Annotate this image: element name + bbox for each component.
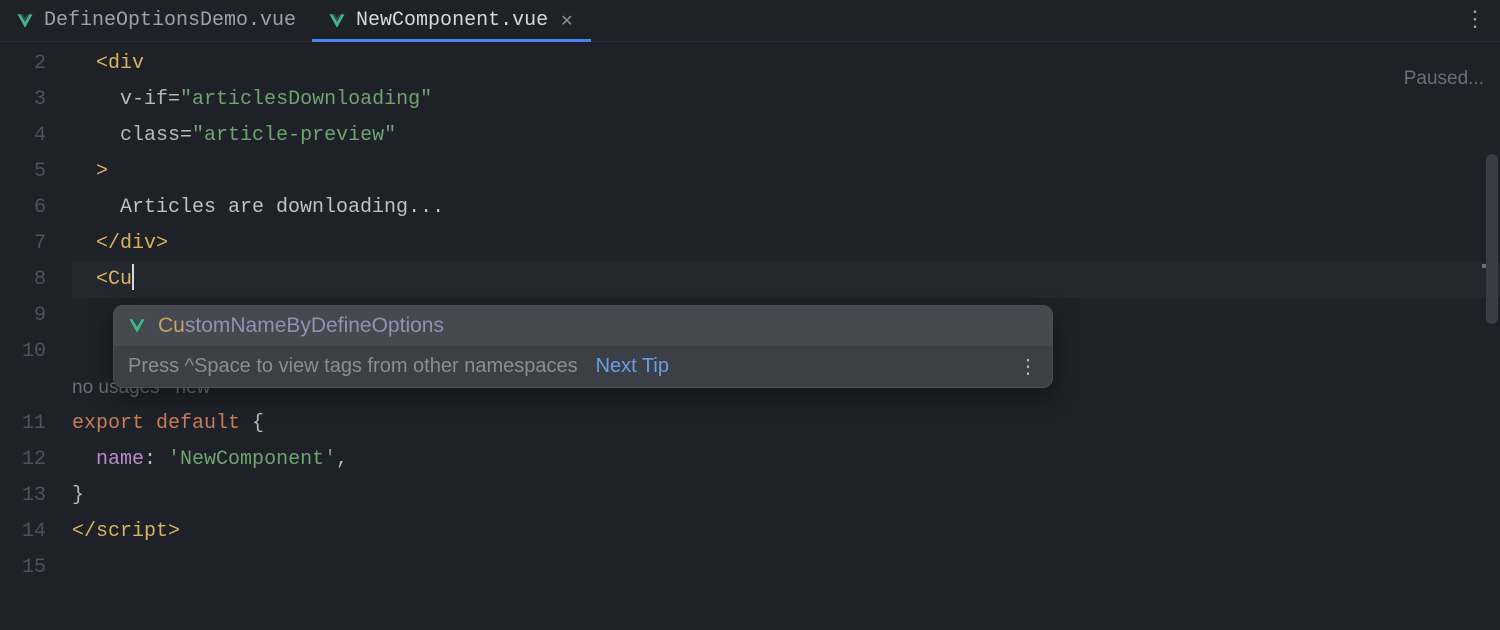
vue-icon <box>16 12 34 30</box>
autocomplete-popup: CustomNameByDefineOptions Press ^Space t… <box>113 305 1053 388</box>
autocomplete-item[interactable]: CustomNameByDefineOptions <box>114 306 1052 346</box>
code-line: <div <box>72 46 1500 82</box>
code-line <box>72 550 1500 586</box>
code-line: } <box>72 478 1500 514</box>
code-line: </script> <box>72 514 1500 550</box>
code-line: </div> <box>72 226 1500 262</box>
tab-label: DefineOptionsDemo.vue <box>44 9 296 32</box>
tab-label: NewComponent.vue <box>356 9 548 32</box>
code-line: class="article-preview" <box>72 118 1500 154</box>
vue-icon <box>328 12 346 30</box>
autocomplete-footer: Press ^Space to view tags from other nam… <box>114 346 1052 387</box>
autocomplete-menu-icon[interactable]: ⋮ <box>1018 354 1038 379</box>
code-line: name: 'NewComponent', <box>72 442 1500 478</box>
next-tip-link[interactable]: Next Tip <box>596 355 669 378</box>
text-cursor <box>132 264 134 290</box>
line-gutter: 2 3 4 5 6 7 8 9 10 11 12 13 14 15 <box>0 42 72 600</box>
autocomplete-hint: Press ^Space to view tags from other nam… <box>128 355 578 378</box>
code-line: export default { <box>72 406 1500 442</box>
scrollbar-thumb[interactable] <box>1486 154 1498 324</box>
code-line: Articles are downloading... <box>72 190 1500 226</box>
close-icon[interactable]: ✕ <box>558 9 575 33</box>
tab-new-component[interactable]: NewComponent.vue ✕ <box>312 0 591 41</box>
tab-menu-icon[interactable]: ⋮ <box>1464 10 1486 32</box>
code-line: v-if="articlesDownloading" <box>72 82 1500 118</box>
tab-bar: DefineOptionsDemo.vue NewComponent.vue ✕… <box>0 0 1500 42</box>
tab-define-options[interactable]: DefineOptionsDemo.vue <box>0 0 312 41</box>
code-line: > <box>72 154 1500 190</box>
vue-icon <box>128 317 146 335</box>
autocomplete-label: CustomNameByDefineOptions <box>158 314 444 338</box>
